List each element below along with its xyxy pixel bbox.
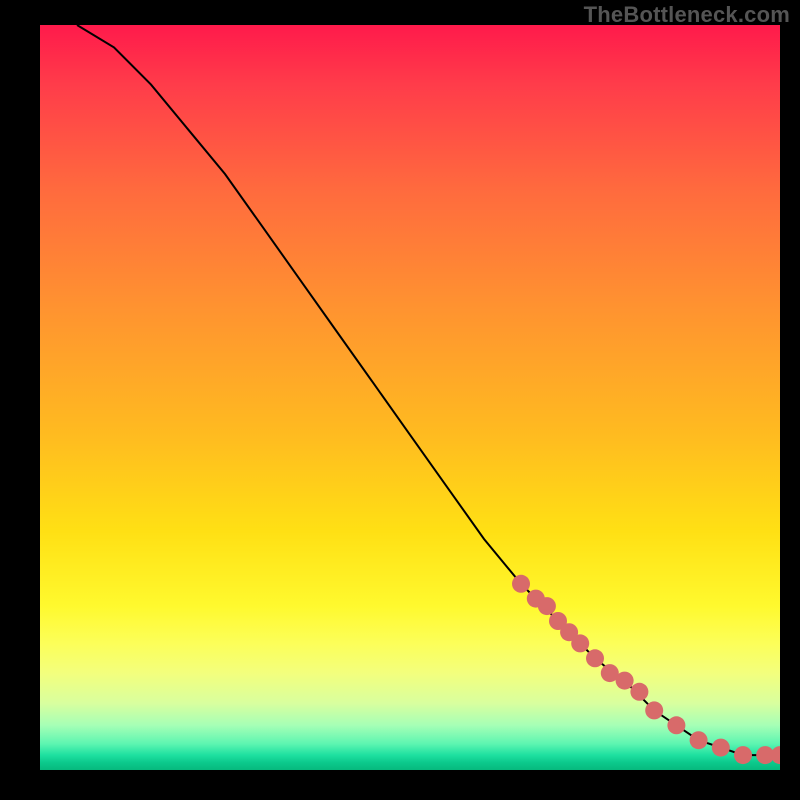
marker-point: [712, 739, 730, 757]
highlight-markers: [512, 575, 780, 764]
marker-point: [512, 575, 530, 593]
marker-point: [645, 701, 663, 719]
marker-point: [667, 716, 685, 734]
marker-point: [690, 731, 708, 749]
bottleneck-curve: [77, 25, 780, 755]
plot-area: [40, 25, 780, 770]
marker-point: [586, 649, 604, 667]
marker-point: [571, 634, 589, 652]
marker-point: [771, 746, 780, 764]
chart-svg: [40, 25, 780, 770]
marker-point: [734, 746, 752, 764]
chart-frame: TheBottleneck.com: [0, 0, 800, 800]
marker-point: [630, 683, 648, 701]
marker-point: [538, 597, 556, 615]
marker-point: [616, 672, 634, 690]
watermark-text: TheBottleneck.com: [584, 2, 790, 28]
